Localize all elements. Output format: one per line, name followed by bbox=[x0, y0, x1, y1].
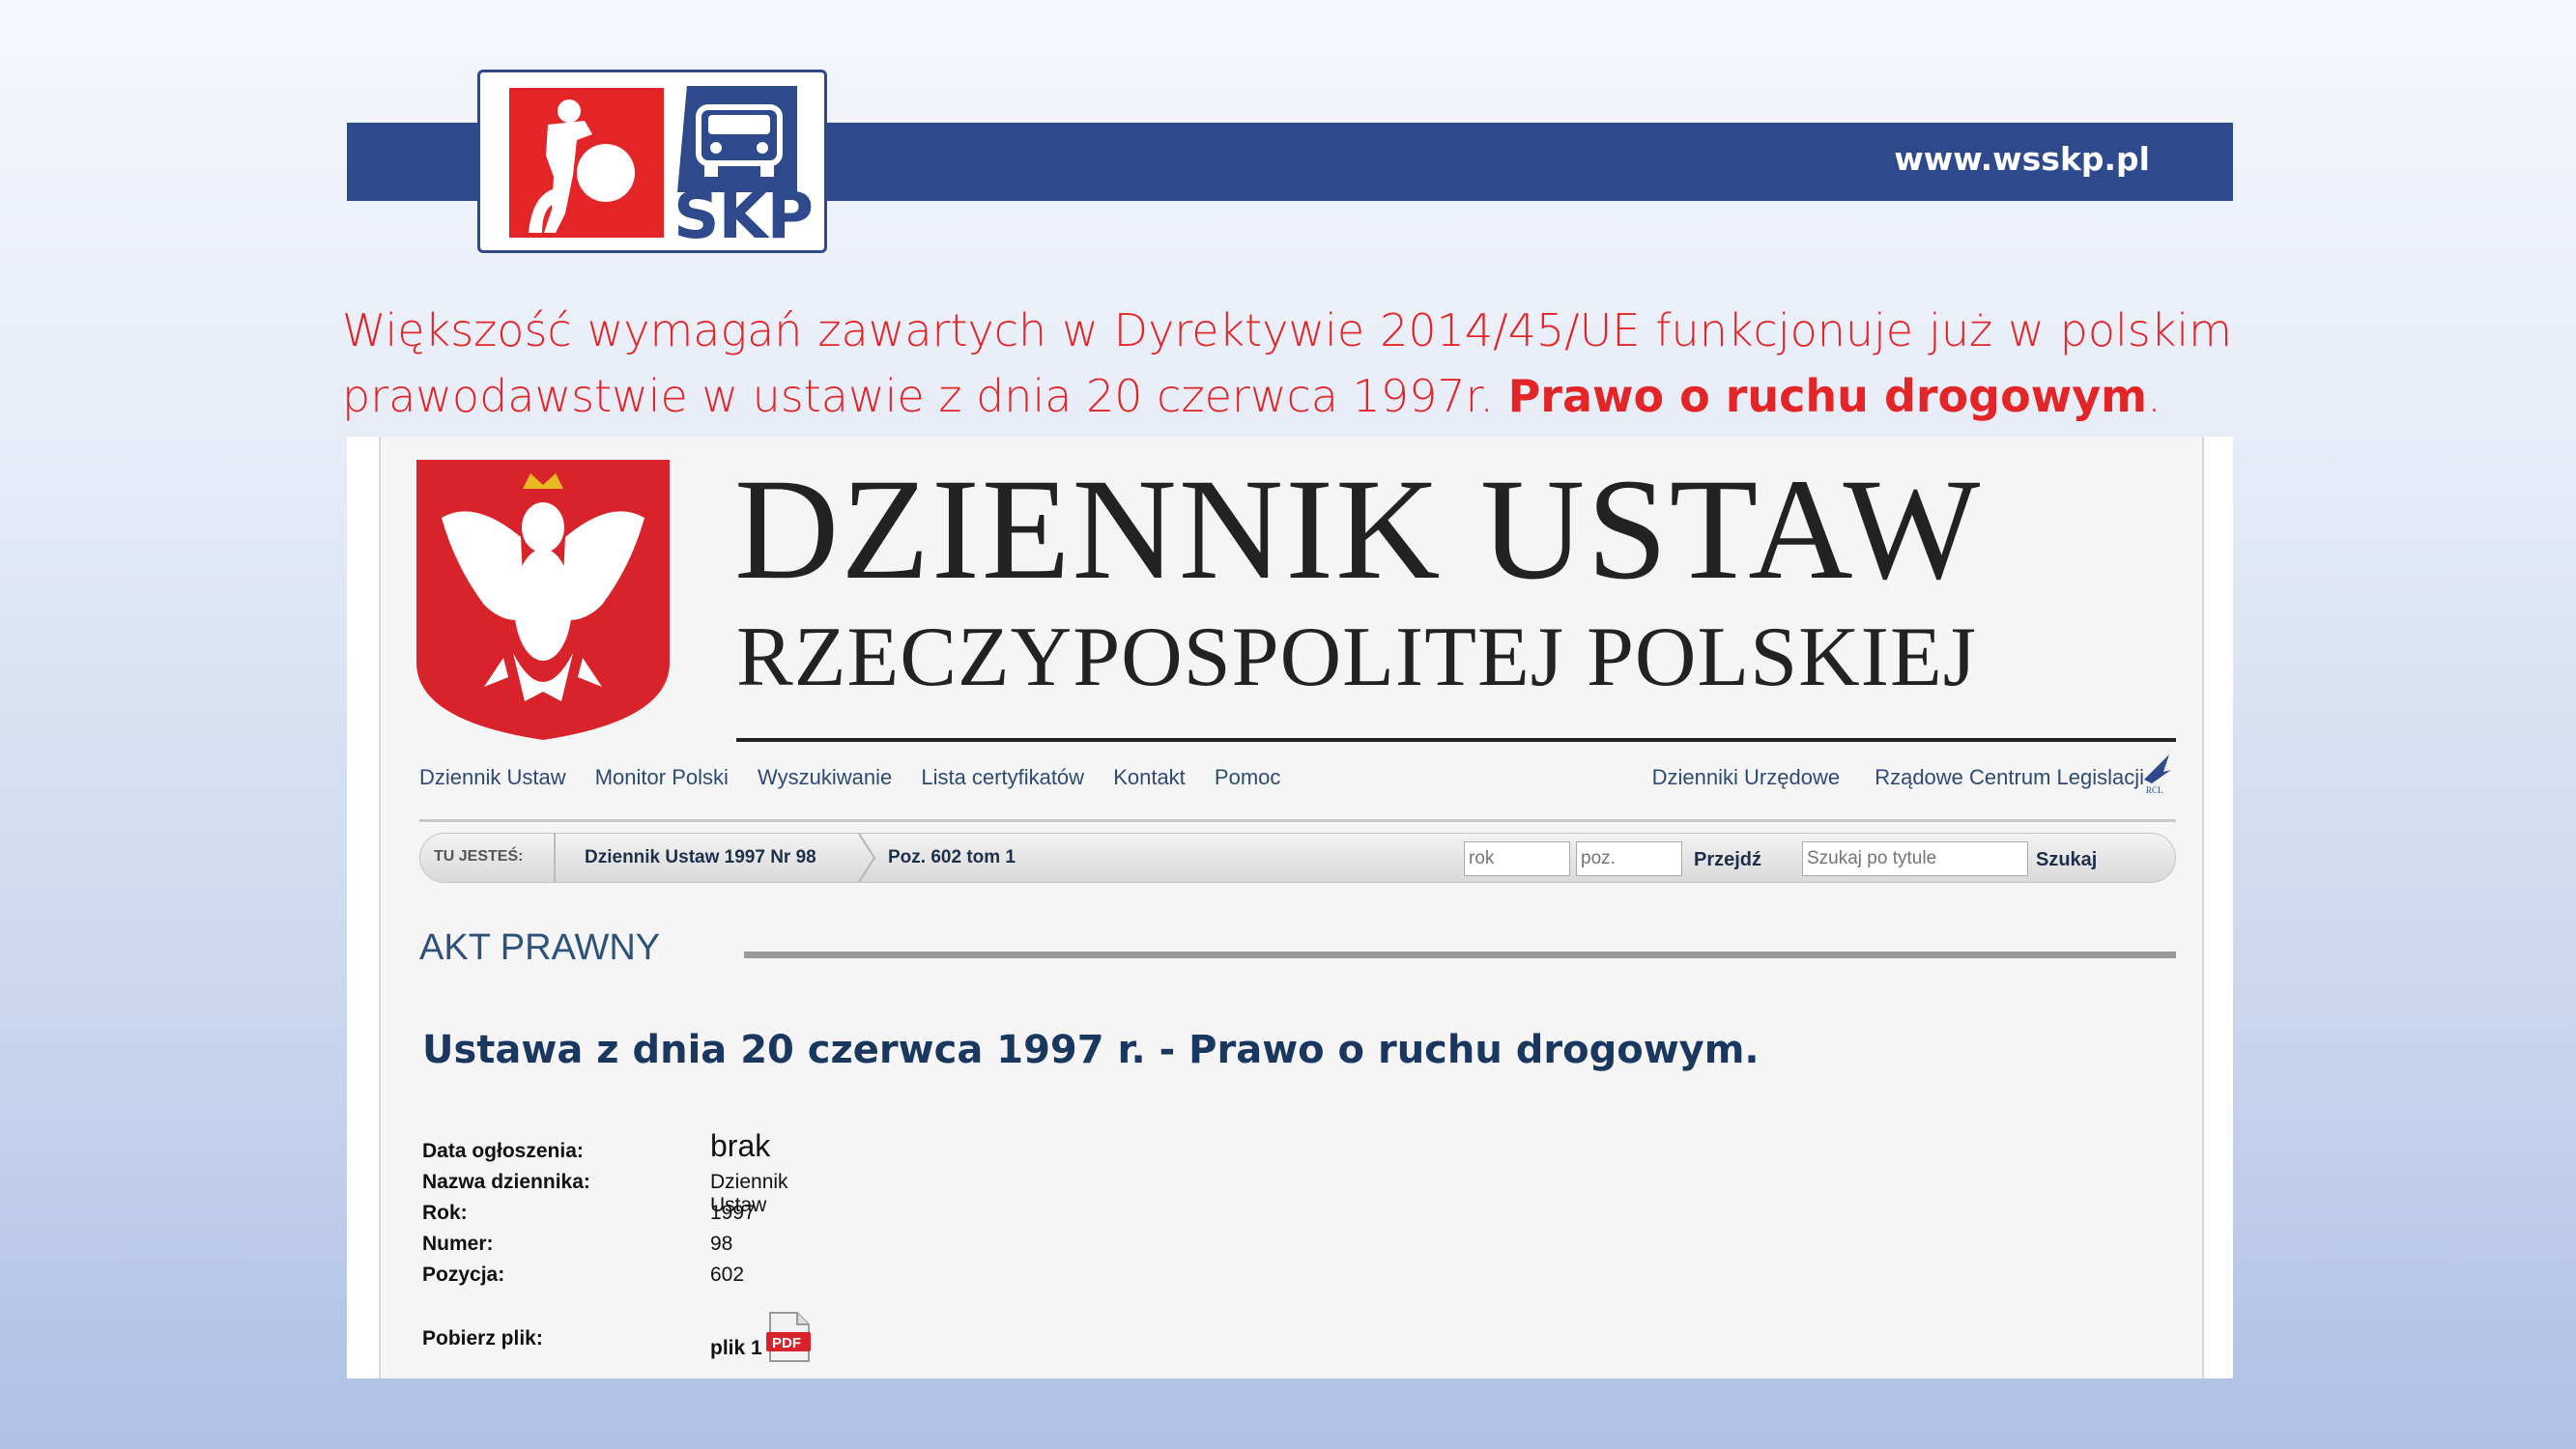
skp-logo-text: SKP bbox=[673, 179, 814, 253]
meta-key: Data ogłoszenia: bbox=[422, 1140, 584, 1162]
breadcrumb-separator bbox=[554, 834, 556, 882]
meta-key: Numer: bbox=[422, 1233, 494, 1255]
meta-key: Pozycja: bbox=[422, 1264, 505, 1286]
nav-item-monitor-polski[interactable]: Monitor Polski bbox=[595, 765, 729, 789]
meta-value: 1997 bbox=[710, 1202, 756, 1224]
section-heading: AKT PRAWNY bbox=[419, 927, 661, 968]
year-input[interactable] bbox=[1464, 841, 1570, 876]
meta-value: 98 bbox=[710, 1233, 733, 1255]
nav-item-lista-certyfikatow[interactable]: Lista certyfikatów bbox=[921, 765, 1084, 789]
page-title: DZIENNIK USTAW bbox=[734, 449, 1983, 610]
breadcrumb-arrow-icon bbox=[857, 833, 876, 888]
meta-value: 602 bbox=[710, 1264, 745, 1286]
title-search-input[interactable] bbox=[1802, 841, 2028, 876]
intro-end: . bbox=[2147, 370, 2161, 422]
mermaid-logo-icon bbox=[509, 88, 664, 238]
nav-item-dziennik-ustaw[interactable]: Dziennik Ustaw bbox=[419, 765, 566, 789]
intro-highlight: Prawo o ruchu drogowym bbox=[1507, 370, 2148, 422]
rcl-logo-icon[interactable]: RCL bbox=[2140, 751, 2173, 795]
page-subtitle: RZECZYPOSPOLITEJ POLSKIEJ bbox=[736, 611, 1977, 704]
nav-item-rcl[interactable]: Rządowe Centrum Legislacji bbox=[1875, 765, 2144, 789]
pdf-icon-label: PDF bbox=[772, 1335, 801, 1351]
nav-item-pomoc[interactable]: Pomoc bbox=[1215, 765, 1280, 789]
law-title: Ustawa z dnia 20 czerwca 1997 r. - Prawo… bbox=[422, 1028, 1760, 1072]
polish-eagle-emblem-icon bbox=[416, 460, 670, 740]
intro-paragraph: Większość wymagań zawartych w Dyrektywie… bbox=[342, 298, 2232, 429]
search-button[interactable]: Szukaj bbox=[2036, 849, 2097, 871]
breadcrumb-item-issue[interactable]: Dziennik Ustaw 1997 Nr 98 bbox=[585, 847, 816, 868]
site-url[interactable]: www.wsskp.pl bbox=[1894, 140, 2150, 178]
dziennik-page: DZIENNIK USTAW RZECZYPOSPOLITEJ POLSKIEJ… bbox=[379, 437, 2204, 1378]
breadcrumb-label: TU JESTEŚ: bbox=[434, 848, 524, 865]
download-label: Pobierz plik: bbox=[422, 1327, 543, 1350]
secondary-nav: Dzienniki Urzędowe Rządowe Centrum Legis… bbox=[1623, 765, 2144, 790]
rcl-logo-text: RCL bbox=[2146, 785, 2163, 795]
skp-logo: SKP bbox=[477, 70, 827, 253]
nav-item-wyszukiwanie[interactable]: Wyszukiwanie bbox=[758, 765, 892, 789]
meta-value: brak bbox=[710, 1128, 771, 1163]
car-logo-icon bbox=[677, 86, 797, 192]
section-divider bbox=[744, 952, 2176, 958]
nav-divider bbox=[419, 819, 2176, 822]
nav-item-dzienniki-urzedowe[interactable]: Dzienniki Urzędowe bbox=[1652, 765, 1840, 789]
go-button[interactable]: Przejdź bbox=[1694, 849, 1761, 871]
download-link[interactable]: plik 1 bbox=[710, 1337, 762, 1360]
meta-key: Nazwa dziennika: bbox=[422, 1171, 590, 1193]
pdf-icon[interactable]: PDF bbox=[764, 1311, 813, 1363]
nav-item-kontakt[interactable]: Kontakt bbox=[1113, 765, 1186, 789]
breadcrumb: TU JESTEŚ: Dziennik Ustaw 1997 Nr 98 Poz… bbox=[419, 833, 2176, 883]
breadcrumb-item-position: Poz. 602 tom 1 bbox=[888, 847, 1016, 867]
meta-key: Rok: bbox=[422, 1202, 468, 1224]
title-divider bbox=[736, 738, 2176, 742]
position-input[interactable] bbox=[1576, 841, 1682, 876]
dziennik-ustaw-screenshot: DZIENNIK USTAW RZECZYPOSPOLITEJ POLSKIEJ… bbox=[347, 437, 2233, 1378]
main-nav: Dziennik Ustaw Monitor Polski Wyszukiwan… bbox=[419, 765, 1303, 790]
